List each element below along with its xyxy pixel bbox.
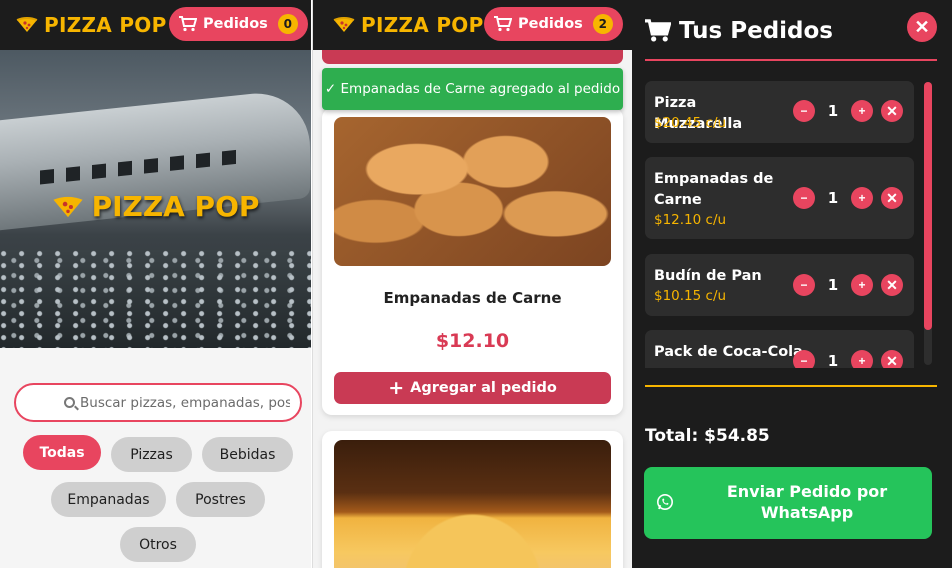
plus-icon: + xyxy=(858,278,866,292)
remove-icon: ✕ xyxy=(886,352,898,369)
cart-items-list[interactable]: Pizza Muzzarella $20.45 c/u − 1 + ✕ Empa… xyxy=(645,81,915,368)
decrease-qty-button[interactable]: − xyxy=(793,100,815,122)
hero-title: PIZZA POP xyxy=(0,190,311,223)
cart-title-text: Tus Pedidos xyxy=(679,18,833,44)
pizza-icon xyxy=(53,196,83,217)
previous-card-add-button[interactable] xyxy=(322,50,623,64)
cart-item-name: Budín de Pan xyxy=(654,268,762,284)
category-chip-pizzas[interactable]: Pizzas xyxy=(111,437,192,472)
brand-name: PIZZA POP xyxy=(361,13,484,37)
remove-item-button[interactable]: ✕ xyxy=(881,274,903,296)
pizza-icon xyxy=(16,17,38,32)
plus-icon: + xyxy=(858,191,866,205)
orders-label: Pedidos xyxy=(518,16,583,32)
search-bar[interactable] xyxy=(14,383,302,422)
decrease-qty-button[interactable]: − xyxy=(793,274,815,296)
remove-icon: ✕ xyxy=(886,276,898,293)
whatsapp-icon xyxy=(657,494,673,510)
search-input[interactable] xyxy=(80,394,290,411)
cart-item-qty: 1 xyxy=(827,352,839,368)
increase-qty-button[interactable]: + xyxy=(851,350,873,368)
cart-scrollbar-thumb[interactable] xyxy=(924,82,932,330)
plus-icon: + xyxy=(858,354,866,368)
product-image xyxy=(334,440,611,568)
plus-icon: + xyxy=(858,104,866,118)
send-whatsapp-label: Enviar Pedido por WhatsApp xyxy=(726,482,888,522)
category-chip-empanadas[interactable]: Empanadas xyxy=(51,482,166,517)
cart-item-qty: 1 xyxy=(827,189,839,207)
increase-qty-button[interactable]: + xyxy=(851,187,873,209)
search-icon xyxy=(64,397,75,408)
cart-item-name: Empanadas de Carne xyxy=(654,171,774,208)
cart-item: Pack de Coca-Cola − 1 + ✕ xyxy=(645,330,914,368)
decrease-qty-button[interactable]: − xyxy=(793,187,815,209)
brand-logo[interactable]: PIZZA POP xyxy=(16,13,167,37)
hero-banner: PIZZA POP xyxy=(0,50,311,348)
increase-qty-button[interactable]: + xyxy=(851,274,873,296)
orders-count-badge: 2 xyxy=(592,14,613,34)
cart-item-unit-price: $12.10 c/u xyxy=(654,212,727,228)
send-whatsapp-button[interactable]: Enviar Pedido por WhatsApp xyxy=(644,467,932,539)
cart-item-qty: 1 xyxy=(827,276,839,294)
products-panel: PIZZA POP Pedidos 2 Empanadas de Carne $… xyxy=(312,0,632,568)
product-card: Empanadas de Carne $12.10 + Agregar al p… xyxy=(322,108,623,415)
category-chip-postres[interactable]: Postres xyxy=(176,482,265,517)
cart-item: Budín de Pan $10.15 c/u − 1 + ✕ xyxy=(645,254,914,316)
cart-title: Tus Pedidos xyxy=(645,18,833,44)
orders-button[interactable]: Pedidos 0 xyxy=(169,7,308,41)
cart-icon xyxy=(494,16,512,32)
home-panel: PIZZA POP Pedidos 0 PIZZA POP Buscar piz… xyxy=(0,0,311,568)
remove-icon: ✕ xyxy=(886,102,898,119)
hero-ground xyxy=(0,250,311,348)
product-price: $12.10 xyxy=(435,330,510,352)
cart-item: Empanadas de Carne $12.10 c/u − 1 + ✕ xyxy=(645,157,914,239)
cart-item-qty: 1 xyxy=(827,102,839,120)
product-image xyxy=(334,117,611,266)
top-navbar: PIZZA POP Pedidos 0 xyxy=(0,0,311,50)
cart-icon xyxy=(179,16,197,32)
top-navbar: PIZZA POP Pedidos 2 xyxy=(313,0,632,50)
category-chip-todas[interactable]: Todas xyxy=(23,435,101,470)
product-name: Empanadas de Carne xyxy=(383,289,562,307)
cart-panel: Tus Pedidos ✕ Pizza Muzzarella $20.45 c/… xyxy=(632,0,952,568)
orders-label: Pedidos xyxy=(203,16,268,32)
category-chip-bebidas[interactable]: Bebidas xyxy=(202,437,293,472)
decrease-qty-button[interactable]: − xyxy=(793,350,815,368)
minus-icon: − xyxy=(800,354,808,368)
app-root: PIZZA POP Pedidos 0 PIZZA POP Buscar piz… xyxy=(0,0,952,568)
cart-item-unit-price: $20.45 c/u xyxy=(654,115,727,131)
divider xyxy=(645,59,937,61)
minus-icon: − xyxy=(800,191,808,205)
added-toast: ✓ Empanadas de Carne agregado al pedido xyxy=(322,68,623,110)
brand-logo[interactable]: PIZZA POP xyxy=(333,13,484,37)
pizza-icon xyxy=(333,17,355,32)
plus-icon: + xyxy=(388,376,405,399)
remove-item-button[interactable]: ✕ xyxy=(881,187,903,209)
brand-name: PIZZA POP xyxy=(44,13,167,37)
divider xyxy=(645,385,937,387)
cart-item-name: Pack de Coca-Cola xyxy=(654,344,803,360)
orders-count-badge: 0 xyxy=(277,14,298,34)
cart-item-unit-price: $10.15 c/u xyxy=(654,288,727,304)
cart-total: Total: $54.85 xyxy=(645,426,770,446)
minus-icon: − xyxy=(800,104,808,118)
add-to-order-label: Agregar al pedido xyxy=(410,380,557,396)
remove-item-button[interactable]: ✕ xyxy=(881,100,903,122)
cart-icon xyxy=(645,19,671,42)
orders-button[interactable]: Pedidos 2 xyxy=(484,7,623,41)
product-card xyxy=(322,431,623,568)
remove-icon: ✕ xyxy=(886,189,898,206)
close-cart-button[interactable]: ✕ xyxy=(907,12,937,42)
add-to-order-button[interactable]: + Agregar al pedido xyxy=(334,372,611,404)
cart-item: Pizza Muzzarella $20.45 c/u − 1 + ✕ xyxy=(645,81,914,143)
hero-title-text: PIZZA POP xyxy=(91,190,260,223)
increase-qty-button[interactable]: + xyxy=(851,100,873,122)
minus-icon: − xyxy=(800,278,808,292)
remove-item-button[interactable]: ✕ xyxy=(881,350,903,368)
category-chip-otros[interactable]: Otros xyxy=(120,527,196,562)
close-icon: ✕ xyxy=(914,16,930,37)
